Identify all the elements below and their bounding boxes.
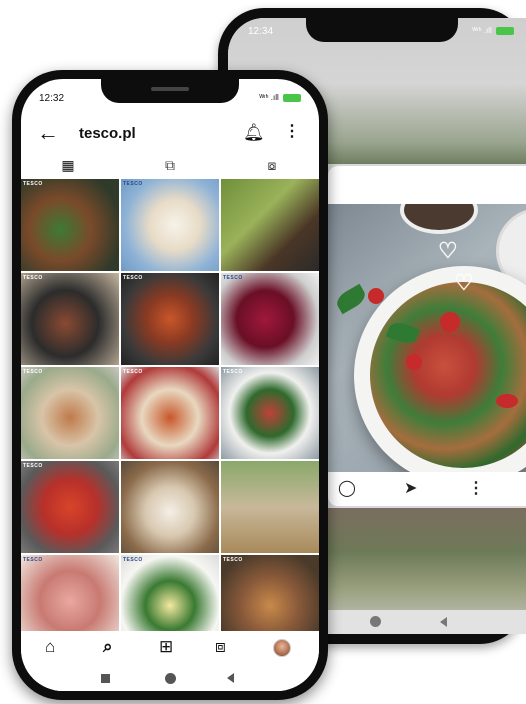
profile-avatar[interactable] (273, 639, 291, 657)
comment-icon[interactable]: ◯ (338, 478, 356, 498)
add-post-icon[interactable]: ⊞ (159, 637, 173, 657)
front-status-bar: 12:32 ᵂᶦᶠᶦ .ıll (39, 93, 301, 107)
grid-post-tile[interactable]: TESCO (21, 367, 119, 459)
battery-icon (283, 93, 301, 102)
tesco-logo: TESCO (23, 275, 43, 281)
front-status-icons: ᵂᶦᶠᶦ .ıll (259, 93, 301, 102)
dressing-bowl (400, 204, 478, 234)
grid-post-tile[interactable] (221, 461, 319, 553)
tesco-logo: TESCO (223, 557, 243, 563)
front-status-time: 12:32 (39, 93, 65, 104)
strawberry (406, 354, 422, 370)
grid-post-tile[interactable]: TESCO (121, 273, 219, 365)
strawberry (496, 394, 518, 408)
basil-leaf (333, 283, 369, 315)
more-options-icon[interactable]: ⋮ (284, 121, 300, 141)
back-status-icons: ᵂᶦᶠᶦ .ıll (472, 26, 514, 35)
strawberry (440, 312, 460, 332)
grid-post-tile[interactable] (121, 461, 219, 553)
tesco-logo: TESCO (123, 275, 143, 281)
tesco-logo: TESCO (123, 181, 143, 187)
recent-apps-button[interactable] (101, 674, 110, 683)
search-icon[interactable]: ⌕ (103, 637, 113, 657)
post-card[interactable]: ♡ ♡ ◯ ➤ ⋮ (328, 166, 526, 506)
profile-header: ← tesco.pl 🔔︎ ⋮ (21, 117, 319, 151)
signal-icon: ᵂᶦᶠᶦ .ıll (259, 93, 279, 102)
grid-post-tile[interactable]: TESCO (21, 273, 119, 365)
tesco-logo: TESCO (23, 369, 43, 375)
back-button[interactable] (440, 617, 447, 627)
bottom-navigation: ⌂ ⌕ ⊞ ⧈ (21, 631, 319, 665)
home-icon[interactable]: ⌂ (45, 637, 55, 657)
more-icon[interactable]: ⋮ (468, 478, 484, 498)
post-photo-salad[interactable]: ♡ ♡ (328, 204, 526, 472)
grid-post-tile[interactable]: TESCO (221, 273, 319, 365)
front-phone: 12:32 ᵂᶦᶠᶦ .ıll ← tesco.pl 🔔︎ ⋮ ▦ ⧉ ⧇ TE… (12, 70, 328, 700)
back-button[interactable] (227, 673, 234, 683)
tesco-logo: TESCO (23, 463, 43, 469)
signal-icon: ᵂᶦᶠᶦ .ıll (472, 26, 492, 35)
posts-grid: TESCO TESCO TESCO TESCO TESCO TESCO TESC… (21, 179, 319, 647)
front-system-nav (21, 667, 319, 691)
share-icon[interactable]: ➤ (404, 478, 417, 498)
shop-icon[interactable]: ⧈ (215, 637, 226, 657)
grid-post-tile[interactable]: TESCO (121, 179, 219, 271)
tesco-logo: TESCO (123, 557, 143, 563)
strawberry-doodle: ♡ (438, 238, 458, 263)
notification-bell-icon[interactable]: 🔔︎ (243, 123, 265, 143)
speaker-grille (151, 87, 189, 91)
profile-username: tesco.pl (79, 125, 136, 142)
home-button[interactable] (165, 673, 176, 684)
tesco-logo: TESCO (23, 181, 43, 187)
grid-post-tile[interactable]: TESCO (221, 367, 319, 459)
strawberry (368, 288, 384, 304)
front-phone-screen: 12:32 ᵂᶦᶠᶦ .ıll ← tesco.pl 🔔︎ ⋮ ▦ ⧉ ⧇ TE… (21, 79, 319, 691)
post-action-bar: ◯ ➤ ⋮ (328, 472, 526, 506)
back-status-time: 12:34 (248, 26, 274, 37)
back-status-bar: 12:34 ᵂᶦᶠᶦ .ıll (248, 26, 514, 40)
back-arrow-icon[interactable]: ← (37, 120, 59, 146)
home-button[interactable] (370, 616, 381, 627)
battery-icon (496, 26, 514, 35)
grid-post-tile[interactable]: TESCO (21, 179, 119, 271)
grid-post-tile[interactable] (221, 179, 319, 271)
strawberry-doodle: ♡ (454, 270, 474, 295)
grid-post-tile[interactable]: TESCO (121, 367, 219, 459)
tesco-logo: TESCO (223, 275, 243, 281)
tesco-logo: TESCO (123, 369, 143, 375)
tesco-logo: TESCO (23, 557, 43, 563)
grid-post-tile[interactable]: TESCO (21, 461, 119, 553)
tesco-logo: TESCO (223, 369, 243, 375)
